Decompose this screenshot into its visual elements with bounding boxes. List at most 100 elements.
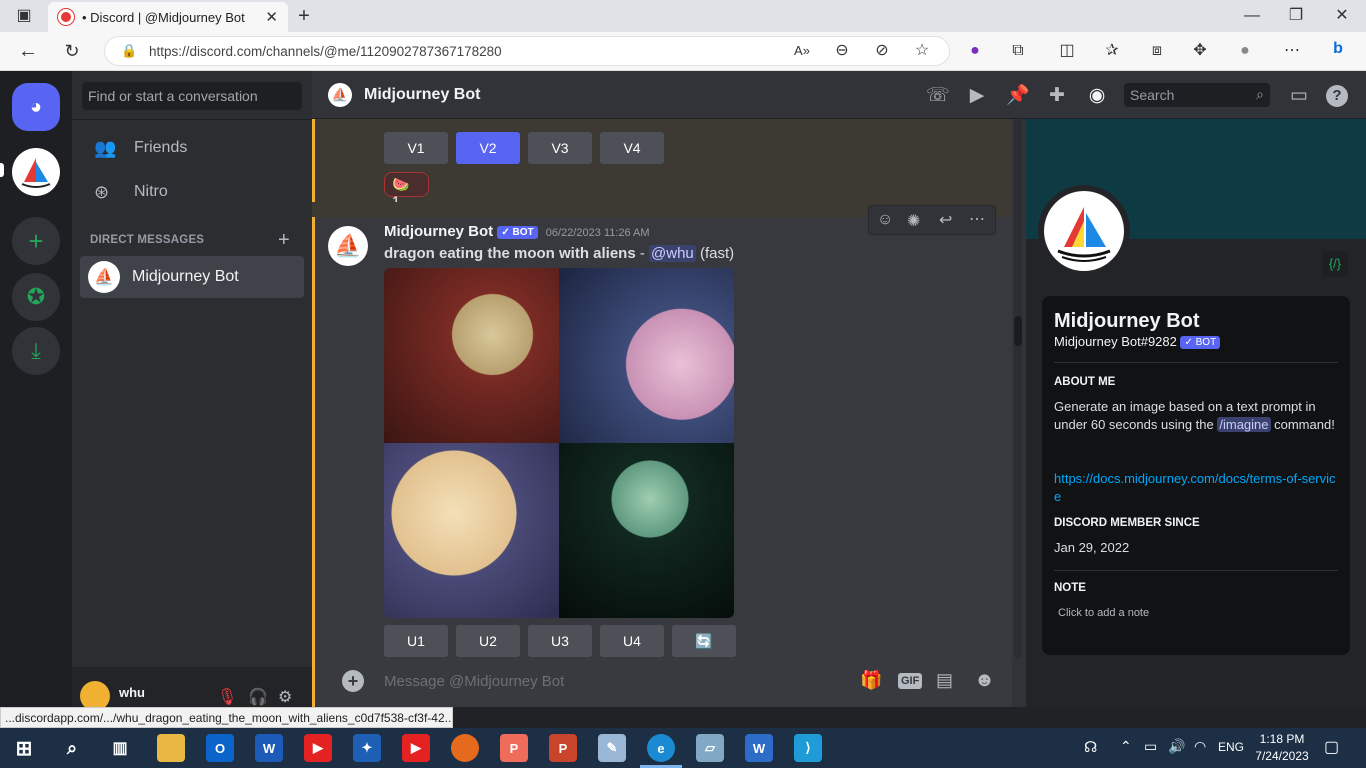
reroll-button[interactable]: 🔄 xyxy=(672,625,736,657)
file-explorer-icon[interactable] xyxy=(157,734,185,762)
split-screen-icon[interactable]: ◫ xyxy=(1055,39,1079,63)
user-profile-toggle-icon[interactable]: ◉ xyxy=(1086,85,1108,107)
app-directory-icon[interactable]: {/} xyxy=(1322,251,1348,277)
midjourney-server-icon[interactable] xyxy=(12,148,60,196)
add-reaction-icon[interactable]: ☺ xyxy=(877,211,893,229)
webex-icon[interactable]: W xyxy=(745,734,773,762)
note-input[interactable]: Click to add a note xyxy=(1058,607,1149,619)
start-icon[interactable]: ⊞ xyxy=(10,734,38,762)
volume-icon[interactable]: 🔊 xyxy=(1168,738,1185,755)
add-dm-button[interactable]: + xyxy=(278,229,290,252)
upscale-button-u2[interactable]: U2 xyxy=(456,625,520,657)
powerpoint-icon[interactable]: P xyxy=(549,734,577,762)
mute-mic-icon[interactable]: 🎙 xyxy=(217,687,237,707)
task-view-icon[interactable]: ▥ xyxy=(106,734,134,762)
battery-icon[interactable]: ▭ xyxy=(1144,738,1157,755)
chat-scrollbar-thumb[interactable] xyxy=(1014,316,1022,346)
variation-button-v4[interactable]: V4 xyxy=(600,132,664,164)
user-settings-icon[interactable]: ⚙ xyxy=(278,687,292,707)
clock[interactable]: 1:18 PM 7/24/2023 xyxy=(1254,731,1310,765)
voice-call-icon[interactable]: ☏ xyxy=(926,85,950,107)
headphones-icon[interactable]: 🎧 xyxy=(248,687,268,707)
show-hidden-icons[interactable]: ⌃ xyxy=(1120,738,1132,755)
variation-button-v1[interactable]: V1 xyxy=(384,132,448,164)
youtube-icon-2[interactable]: ▶ xyxy=(402,734,430,762)
reply-icon[interactable]: ↩ xyxy=(939,210,952,230)
url-field[interactable]: 🔒 https://discord.com/channels/@me/11209… xyxy=(104,36,950,66)
pocket-icon[interactable]: P xyxy=(500,734,528,762)
user-mention[interactable]: @whu xyxy=(649,245,696,262)
inbox-icon[interactable]: ▭ xyxy=(1288,85,1310,107)
variation-button-v3[interactable]: V3 xyxy=(528,132,592,164)
imagine-command[interactable]: /imagine xyxy=(1217,417,1271,432)
search-input[interactable]: Search ⌕ xyxy=(1124,83,1270,107)
new-tab-icon[interactable]: + xyxy=(292,4,316,28)
more-options-icon[interactable]: ⋯ xyxy=(969,209,985,229)
extensions-icon[interactable]: ⧉ xyxy=(1006,39,1030,63)
upscale-button-u1[interactable]: U1 xyxy=(384,625,448,657)
emoji-icon[interactable]: ☻ xyxy=(974,669,995,692)
network-app-icon[interactable]: ✦ xyxy=(353,734,381,762)
restore-icon[interactable]: ❐ xyxy=(1284,4,1308,28)
discord-home-icon[interactable]: ◕ xyxy=(12,83,60,131)
sidebar-item-friends[interactable]: 👥 Friends xyxy=(80,127,304,169)
explore-servers-icon[interactable]: ✪ xyxy=(12,273,60,321)
author-name[interactable]: Midjourney Bot xyxy=(384,223,493,240)
terms-of-service-link[interactable]: https://docs.midjourney.com/docs/terms-o… xyxy=(1054,470,1340,506)
add-server-icon[interactable]: + xyxy=(12,217,60,265)
gift-icon[interactable]: 🎁 xyxy=(860,670,882,691)
help-icon[interactable]: ? xyxy=(1326,85,1348,107)
add-friends-to-dm-icon[interactable]: ✚ xyxy=(1046,85,1068,107)
collections-icon[interactable]: ⧈ xyxy=(1145,39,1169,63)
generated-image-grid[interactable] xyxy=(384,268,734,618)
reaction-chip[interactable]: 🍉 1 xyxy=(384,172,429,209)
author-avatar[interactable]: ⛵ xyxy=(328,226,368,266)
download-apps-icon[interactable]: ⤓ xyxy=(12,327,60,375)
wifi-icon[interactable]: ◠ xyxy=(1194,738,1206,755)
notifications-icon[interactable]: ▢ xyxy=(1324,737,1339,757)
gif-button[interactable]: GIF xyxy=(898,673,923,689)
video-call-icon[interactable]: ▶ xyxy=(966,85,988,107)
close-window-icon[interactable]: ✕ xyxy=(1330,4,1354,28)
profile-avatar-icon[interactable]: ● xyxy=(1233,39,1257,63)
bing-icon[interactable]: b xyxy=(1326,37,1350,61)
firefox-icon[interactable] xyxy=(451,734,479,762)
message-composer[interactable]: + Message @Midjourney Bot 🎁 GIF ▤ ☻ xyxy=(328,659,1010,703)
upscale-button-u3[interactable]: U3 xyxy=(528,625,592,657)
extension-w-icon[interactable]: ● xyxy=(963,39,987,63)
minimize-icon[interactable]: — xyxy=(1240,4,1264,28)
refresh-icon[interactable]: ↻ xyxy=(60,39,84,63)
performance-icon[interactable]: ✥ xyxy=(1188,39,1212,63)
tab-actions-icon[interactable]: ▣ xyxy=(12,4,36,28)
super-reaction-icon[interactable]: ✺ xyxy=(907,211,920,231)
close-tab-icon[interactable]: ✕ xyxy=(265,8,278,26)
notes-icon[interactable]: ▱ xyxy=(696,734,724,762)
zoom-icon[interactable]: ⊖ xyxy=(830,39,854,63)
vscode-icon[interactable]: ⟩ xyxy=(794,734,822,762)
tracking-icon[interactable]: ⊘ xyxy=(870,39,894,63)
read-aloud-icon[interactable]: A» xyxy=(790,39,814,63)
people-icon[interactable]: ☊ xyxy=(1084,738,1097,756)
paint-icon[interactable]: ✎ xyxy=(598,734,626,762)
favorite-star-icon[interactable]: ☆ xyxy=(910,39,934,63)
word-icon[interactable]: W xyxy=(255,734,283,762)
back-icon[interactable]: ← xyxy=(16,39,40,63)
language-indicator[interactable]: ENG xyxy=(1218,740,1244,754)
sticker-icon[interactable]: ▤ xyxy=(936,670,953,691)
outlook-icon[interactable]: O xyxy=(206,734,234,762)
youtube-icon[interactable]: ▶ xyxy=(304,734,332,762)
browser-tab[interactable]: • Discord | @Midjourney Bot ✕ xyxy=(48,2,288,32)
find-conversation-input[interactable]: Find or start a conversation xyxy=(82,82,302,110)
chat-scrollbar-track[interactable] xyxy=(1014,119,1022,659)
profile-avatar[interactable] xyxy=(1044,191,1124,271)
upload-plus-icon[interactable]: + xyxy=(342,670,364,692)
sidebar-item-nitro[interactable]: ⊛ Nitro xyxy=(80,171,304,213)
more-menu-icon[interactable]: ⋯ xyxy=(1280,39,1304,63)
edge-icon[interactable]: e xyxy=(647,734,675,762)
upscale-button-u4[interactable]: U4 xyxy=(600,625,664,657)
dm-item-midjourney-bot[interactable]: ⛵ Midjourney Bot xyxy=(80,256,304,298)
search-taskbar-icon[interactable]: ⌕ xyxy=(58,734,86,762)
variation-button-v2[interactable]: V2 xyxy=(456,132,520,164)
favorites-icon[interactable]: ✰ xyxy=(1100,39,1124,63)
pinned-messages-icon[interactable]: 📌 xyxy=(1006,85,1030,107)
